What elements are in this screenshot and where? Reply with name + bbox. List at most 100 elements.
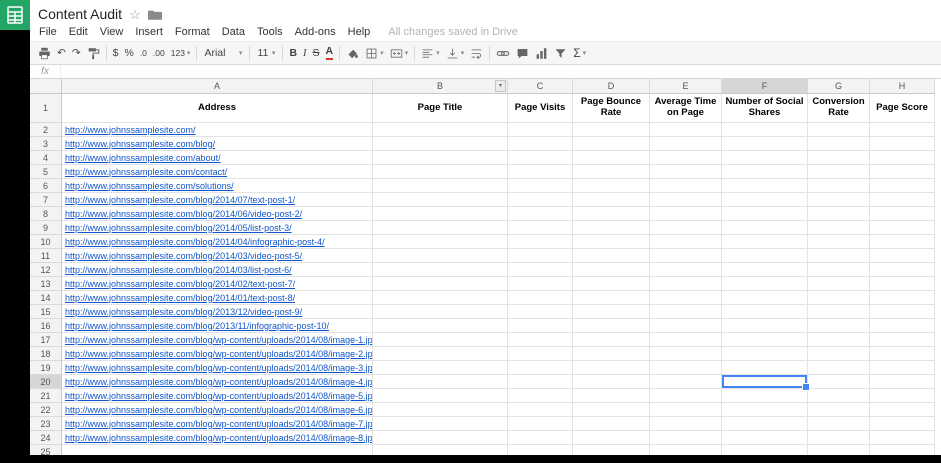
cell-B10[interactable] <box>373 235 508 249</box>
cell-G12[interactable] <box>808 263 870 277</box>
cell-D14[interactable] <box>573 291 650 305</box>
cell-D23[interactable] <box>573 417 650 431</box>
cell-F9[interactable] <box>722 221 808 235</box>
cell-G11[interactable] <box>808 249 870 263</box>
cell-C14[interactable] <box>508 291 573 305</box>
cell-B16[interactable] <box>373 319 508 333</box>
cell-E19[interactable] <box>650 361 722 375</box>
cell-C5[interactable] <box>508 165 573 179</box>
cell-G7[interactable] <box>808 193 870 207</box>
cell-F17[interactable] <box>722 333 808 347</box>
row-header-8[interactable]: 8 <box>30 207 62 221</box>
cell-E22[interactable] <box>650 403 722 417</box>
cell-C13[interactable] <box>508 277 573 291</box>
cell-F21[interactable] <box>722 389 808 403</box>
cell-D15[interactable] <box>573 305 650 319</box>
menu-tools[interactable]: Tools <box>251 26 289 38</box>
cell-H13[interactable] <box>870 277 935 291</box>
more-formats-button[interactable]: 123▾ <box>168 43 194 63</box>
document-title[interactable]: Content Audit <box>38 6 122 22</box>
row-header-10[interactable]: 10 <box>30 235 62 249</box>
cell-C24[interactable] <box>508 431 573 445</box>
url-link[interactable]: http://www.johnssamplesite.com/blog/2014… <box>62 237 325 247</box>
row-header-11[interactable]: 11 <box>30 249 62 263</box>
row-header-18[interactable]: 18 <box>30 347 62 361</box>
cell-A9[interactable]: http://www.johnssamplesite.com/blog/2014… <box>62 221 373 235</box>
cell-G20[interactable] <box>808 375 870 389</box>
cell-C20[interactable] <box>508 375 573 389</box>
sheets-logo[interactable] <box>0 0 30 30</box>
cell-F2[interactable] <box>722 123 808 137</box>
text-wrap-icon[interactable] <box>467 43 486 63</box>
cell-E20[interactable] <box>650 375 722 389</box>
cell-D1[interactable]: Page Bounce Rate <box>573 94 650 123</box>
cell-B24[interactable] <box>373 431 508 445</box>
cell-F1[interactable]: Number of Social Shares <box>722 94 808 123</box>
merge-cells-icon[interactable]: ▾ <box>387 43 412 63</box>
row-header-16[interactable]: 16 <box>30 319 62 333</box>
cell-H2[interactable] <box>870 123 935 137</box>
cell-G14[interactable] <box>808 291 870 305</box>
cell-C16[interactable] <box>508 319 573 333</box>
cell-A16[interactable]: http://www.johnssamplesite.com/blog/2013… <box>62 319 373 333</box>
cell-G23[interactable] <box>808 417 870 431</box>
cell-B1[interactable]: Page Title <box>373 94 508 123</box>
cell-E4[interactable] <box>650 151 722 165</box>
column-header-F[interactable]: F <box>722 79 808 94</box>
cell-E9[interactable] <box>650 221 722 235</box>
url-link[interactable]: http://www.johnssamplesite.com/blog/2014… <box>62 293 295 303</box>
menu-addons[interactable]: Add-ons <box>289 26 342 38</box>
cell-D6[interactable] <box>573 179 650 193</box>
vertical-align-icon[interactable]: ▾ <box>443 43 468 63</box>
row-header-5[interactable]: 5 <box>30 165 62 179</box>
cell-A3[interactable]: http://www.johnssamplesite.com/blog/ <box>62 137 373 151</box>
url-link[interactable]: http://www.johnssamplesite.com/blog/2014… <box>62 265 292 275</box>
cell-H14[interactable] <box>870 291 935 305</box>
cell-C6[interactable] <box>508 179 573 193</box>
cell-G10[interactable] <box>808 235 870 249</box>
cell-C11[interactable] <box>508 249 573 263</box>
cell-A15[interactable]: http://www.johnssamplesite.com/blog/2013… <box>62 305 373 319</box>
font-family-select[interactable]: Arial▾ <box>200 43 246 63</box>
column-header-G[interactable]: G <box>808 79 870 94</box>
cell-A20[interactable]: http://www.johnssamplesite.com/blog/wp-c… <box>62 375 373 389</box>
cell-F18[interactable] <box>722 347 808 361</box>
cell-A2[interactable]: http://www.johnssamplesite.com/ <box>62 123 373 137</box>
cell-H5[interactable] <box>870 165 935 179</box>
cell-D20[interactable] <box>573 375 650 389</box>
cell-F23[interactable] <box>722 417 808 431</box>
folder-icon[interactable] <box>148 9 162 20</box>
cell-B5[interactable] <box>373 165 508 179</box>
cell-E15[interactable] <box>650 305 722 319</box>
cell-C10[interactable] <box>508 235 573 249</box>
cell-E11[interactable] <box>650 249 722 263</box>
menu-format[interactable]: Format <box>169 26 216 38</box>
cell-E3[interactable] <box>650 137 722 151</box>
cell-G17[interactable] <box>808 333 870 347</box>
cell-G9[interactable] <box>808 221 870 235</box>
url-link[interactable]: http://www.johnssamplesite.com/blog/2014… <box>62 223 292 233</box>
row-header-23[interactable]: 23 <box>30 417 62 431</box>
cell-C18[interactable] <box>508 347 573 361</box>
cell-A12[interactable]: http://www.johnssamplesite.com/blog/2014… <box>62 263 373 277</box>
cell-F6[interactable] <box>722 179 808 193</box>
bold-button[interactable]: B <box>286 43 300 63</box>
cell-C12[interactable] <box>508 263 573 277</box>
cell-D17[interactable] <box>573 333 650 347</box>
cell-G18[interactable] <box>808 347 870 361</box>
cell-E6[interactable] <box>650 179 722 193</box>
cell-B19[interactable] <box>373 361 508 375</box>
cell-B15[interactable] <box>373 305 508 319</box>
url-link[interactable]: http://www.johnssamplesite.com/blog/wp-c… <box>62 433 373 443</box>
cell-A13[interactable]: http://www.johnssamplesite.com/blog/2014… <box>62 277 373 291</box>
cell-D21[interactable] <box>573 389 650 403</box>
cell-E12[interactable] <box>650 263 722 277</box>
cell-A5[interactable]: http://www.johnssamplesite.com/contact/ <box>62 165 373 179</box>
row-header-6[interactable]: 6 <box>30 179 62 193</box>
cell-C3[interactable] <box>508 137 573 151</box>
row-header-22[interactable]: 22 <box>30 403 62 417</box>
menu-data[interactable]: Data <box>216 26 251 38</box>
cell-D18[interactable] <box>573 347 650 361</box>
cell-H11[interactable] <box>870 249 935 263</box>
cell-G2[interactable] <box>808 123 870 137</box>
